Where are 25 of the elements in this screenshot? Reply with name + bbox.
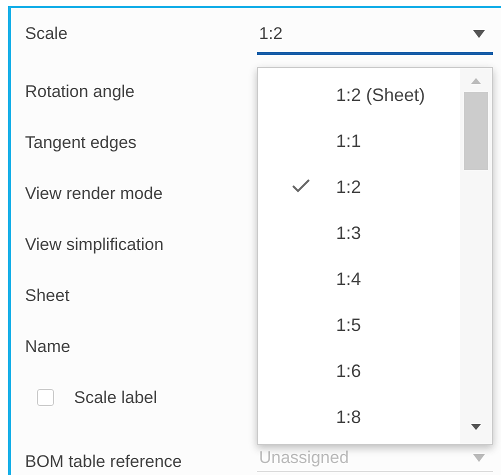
scrollbar-thumb[interactable] <box>464 92 488 170</box>
dropdown-option[interactable]: 1:8 <box>258 394 460 440</box>
field-label: View simplification <box>25 234 165 254</box>
scroll-down-icon[interactable] <box>471 424 481 430</box>
dropdown-option[interactable]: 1:2 (Sheet) <box>258 72 460 118</box>
field-label: BOM table reference <box>25 452 183 472</box>
field-label: Tangent edges <box>25 132 138 152</box>
caret-icon <box>473 454 485 462</box>
field-label: Scale label <box>74 388 158 408</box>
dropdown-option[interactable]: 1:5 <box>258 302 460 348</box>
dropdown-option[interactable]: 1:1 <box>258 118 460 164</box>
field-label: Rotation angle <box>25 82 136 102</box>
checkbox[interactable] <box>37 389 54 406</box>
scroll-up-icon[interactable] <box>471 78 481 84</box>
field-label: Sheet <box>25 286 70 306</box>
dropdown-option[interactable]: 1:3 <box>258 210 460 256</box>
scrollbar[interactable] <box>460 68 492 444</box>
dropdown-option[interactable]: 1:6 <box>258 348 460 394</box>
dropdown-option[interactable]: 1:4 <box>258 256 460 302</box>
caret-icon <box>473 30 485 38</box>
field-label: View render mode <box>25 184 164 204</box>
dropdown-option[interactable]: 1:2 <box>258 164 460 210</box>
field-label: Name <box>25 336 72 356</box>
dropdown-field[interactable]: 1:2 <box>257 24 493 55</box>
field-label: Scale <box>25 24 69 44</box>
